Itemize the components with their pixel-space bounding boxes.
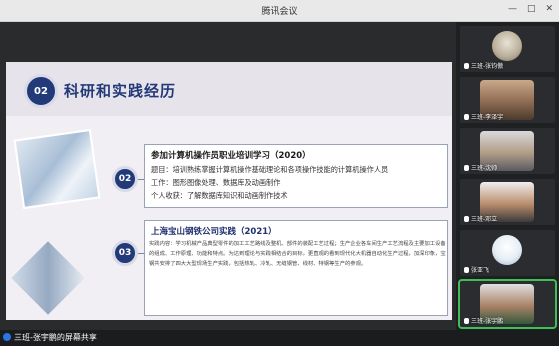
card1-line3: 个人收获：了解数据库知识和动画制作技术 <box>151 191 288 200</box>
participant-name: 三班-张宇鹏 <box>464 316 503 325</box>
participant-tile[interactable]: 三班-张钧傲 <box>460 26 555 72</box>
mic-icon <box>464 216 469 222</box>
avatar <box>492 235 522 265</box>
close-icon[interactable]: ✕ <box>545 4 553 14</box>
shared-screen: 02 科研和实践经历 02 参加计算机操作员职业培训学习（2020） 题目：培训… <box>0 22 456 330</box>
presentation-slide: 02 科研和实践经历 02 参加计算机操作员职业培训学习（2020） 题目：培训… <box>6 62 452 320</box>
participant-name: 三班-邓立 <box>464 214 497 223</box>
title-bar: 腾讯会议 — □ ✕ <box>0 0 559 22</box>
participant-name: 张亚飞 <box>464 265 489 274</box>
card2-paragraph: 实践内容：学习机械产品典型零件的加工工艺路线及整机、部件的装配工艺过程；生产企业… <box>149 241 446 267</box>
card2-number: 03 <box>112 240 138 266</box>
participant-name: 三班-李泽宇 <box>464 112 503 121</box>
card1-line1: 题目：培训熟练掌握计算机操作基础理论和各项操作技能的计算机操作人员 <box>151 165 389 174</box>
section-title: 科研和实践经历 <box>64 82 177 100</box>
participant-panel: 三班-张钧傲 三班-李泽宇 三班-沈帅 三班-邓立 张亚飞 三班-张宇鹏 <box>456 22 559 330</box>
practice-card: 上海宝山钢铁公司实践（2021） 实践内容：学习机械产品典型零件的加工工艺路线及… <box>144 220 448 316</box>
window-controls: — □ ✕ <box>508 4 553 14</box>
section-number: 02 <box>24 74 58 108</box>
maximize-icon[interactable]: □ <box>527 4 536 14</box>
training-card: 参加计算机操作员职业培训学习（2020） 题目：培训熟练掌握计算机操作基础理论和… <box>144 144 448 208</box>
mic-icon <box>464 267 469 273</box>
screen-share-icon <box>3 333 11 341</box>
card1-title: 参加计算机操作员职业培训学习（2020） <box>151 151 311 161</box>
card2-title: 上海宝山钢铁公司实践（2021） <box>151 227 277 237</box>
participant-name: 三班-张钧傲 <box>464 61 503 70</box>
avatar <box>492 31 522 61</box>
participant-tile[interactable]: 三班-李泽宇 <box>460 77 555 123</box>
minimize-icon[interactable]: — <box>508 4 517 14</box>
mic-icon <box>464 63 469 69</box>
mic-icon <box>464 165 469 171</box>
mic-icon <box>464 114 469 120</box>
bottom-status-bar: 三班-张宇鹏的屏幕共享 <box>0 330 559 346</box>
decorative-image-2 <box>11 241 85 315</box>
participant-name: 三班-沈帅 <box>464 163 497 172</box>
mic-icon <box>464 318 469 324</box>
window-title: 腾讯会议 <box>261 7 298 17</box>
participant-tile[interactable]: 三班-沈帅 <box>460 128 555 174</box>
decorative-image <box>13 128 101 210</box>
participant-tile-active-speaker[interactable]: 三班-张宇鹏 <box>458 279 557 329</box>
participant-tile[interactable]: 三班-邓立 <box>460 179 555 225</box>
screen-share-label[interactable]: 三班-张宇鹏的屏幕共享 <box>3 332 97 343</box>
participant-tile[interactable]: 张亚飞 <box>460 230 555 276</box>
card1-number: 02 <box>112 166 138 192</box>
card1-line2: 工作：图形图像处理、数据库及动画制作 <box>151 178 281 187</box>
